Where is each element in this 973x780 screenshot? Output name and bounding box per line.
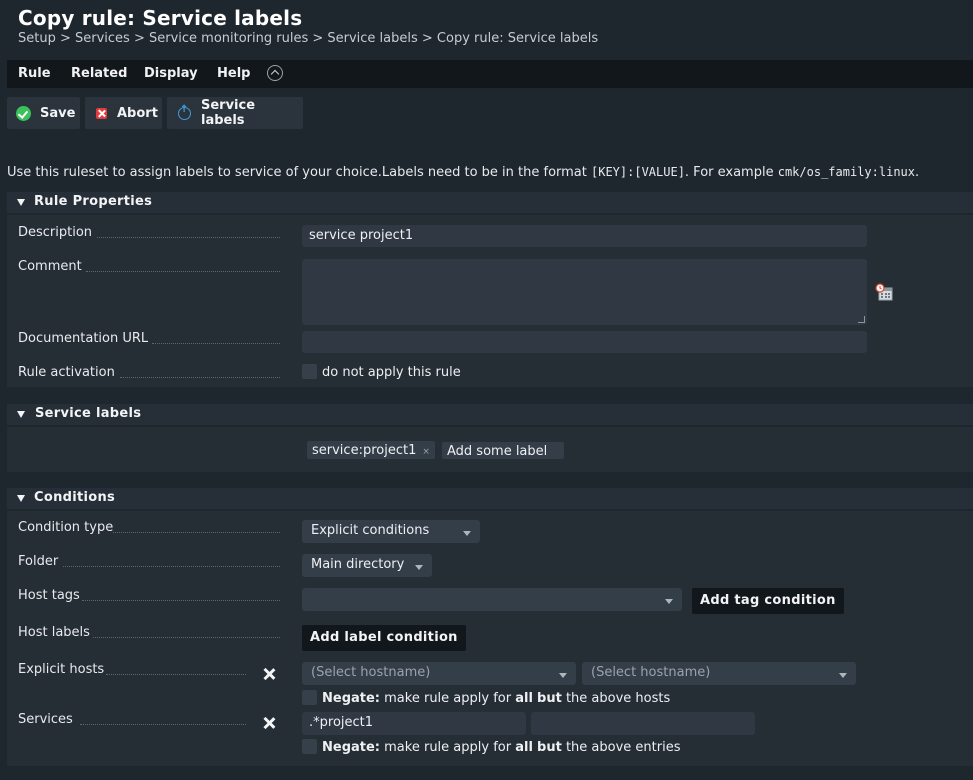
do-not-apply-label[interactable]: do not apply this rule: [322, 365, 461, 380]
services-label: Services: [18, 712, 73, 727]
condition-type-select[interactable]: Explicit conditions: [302, 520, 480, 543]
hostname-placeholder-2: (Select hostname): [591, 665, 711, 680]
menu-display[interactable]: Display: [144, 66, 198, 81]
hostname-select-2[interactable]: (Select hostname): [582, 662, 856, 685]
rule-activation-label: Rule activation: [18, 365, 115, 380]
folder-value: Main directory: [311, 557, 405, 572]
host-tags-select[interactable]: [302, 588, 682, 611]
page-title: Copy rule: Service labels: [18, 6, 303, 30]
negate-but: but: [537, 740, 562, 755]
hostname-placeholder-1: (Select hostname): [311, 665, 431, 680]
service-regex-input-1[interactable]: .*project1: [302, 712, 526, 735]
negate-services-label[interactable]: Negate: make rule apply for all but the …: [322, 740, 681, 755]
close-icon: [96, 107, 107, 119]
remove-explicit-hosts-icon[interactable]: [263, 668, 275, 680]
leader-dots: [120, 377, 280, 378]
remove-services-icon[interactable]: [263, 717, 275, 729]
check-icon: [16, 105, 31, 121]
calendar-clock-icon[interactable]: [875, 283, 893, 301]
explicit-hosts-label: Explicit hosts: [18, 662, 105, 677]
leader-dots: [152, 343, 280, 344]
menu-related[interactable]: Related: [71, 66, 127, 81]
leader-dots: [80, 724, 246, 725]
host-labels-label: Host labels: [18, 625, 90, 640]
leader-dots: [106, 674, 246, 675]
add-tag-condition-button[interactable]: Add tag condition: [692, 588, 844, 614]
negate-hosts-checkbox[interactable]: [302, 690, 317, 705]
negate-text: make rule apply for: [380, 691, 516, 706]
leader-dots: [97, 237, 280, 238]
do-not-apply-checkbox[interactable]: [302, 364, 317, 379]
example-code: cmk/os_family:linux: [777, 165, 915, 179]
rule-properties-heading: Rule Properties: [34, 194, 153, 209]
service-labels-button[interactable]: Service labels: [167, 97, 303, 129]
intro-text-2: . For example: [684, 165, 778, 180]
leader-dots: [93, 637, 280, 638]
service-labels-header[interactable]: Service labels: [7, 404, 973, 425]
label-tag-text: service:project1: [312, 443, 417, 458]
leader-dots: [86, 271, 280, 272]
leader-dots: [82, 600, 280, 601]
negate-text: make rule apply for: [380, 740, 516, 755]
comment-label: Comment: [18, 259, 82, 274]
triangle-down-icon: [17, 495, 25, 502]
rule-properties-header[interactable]: Rule Properties: [7, 192, 973, 213]
documentation-url-label: Documentation URL: [18, 331, 149, 346]
condition-type-value: Explicit conditions: [311, 523, 430, 538]
collapse-toggle-icon[interactable]: [267, 65, 283, 81]
host-tags-label: Host tags: [18, 588, 80, 603]
negate-text-end: the above entries: [561, 740, 681, 755]
chevron-down-icon: [839, 673, 847, 678]
triangle-down-icon: [17, 199, 25, 206]
service-labels-heading: Service labels: [35, 406, 142, 421]
chevron-down-icon: [665, 599, 673, 604]
abort-button-label: Abort: [117, 105, 158, 121]
conditions-heading: Conditions: [34, 490, 116, 505]
conditions-header[interactable]: Conditions: [7, 488, 973, 509]
leader-dots: [113, 532, 280, 533]
negate-bold: Negate:: [322, 740, 381, 755]
negate-bold: Negate:: [322, 691, 381, 706]
folder-select[interactable]: Main directory: [302, 554, 432, 577]
label-tag[interactable]: service:project1 ×: [307, 441, 435, 459]
save-button-label: Save: [40, 105, 76, 121]
service-labels-button-label: Service labels: [200, 98, 256, 128]
description-input[interactable]: service project1: [302, 225, 867, 247]
ruleset-description: Use this ruleset to assign labels to ser…: [7, 165, 919, 180]
description-label: Description: [18, 225, 93, 240]
chevron-down-icon: [415, 565, 423, 570]
menu-rule[interactable]: Rule: [18, 66, 51, 81]
negate-all: all: [515, 691, 533, 706]
leader-dots: [63, 566, 280, 567]
save-button[interactable]: Save: [7, 97, 80, 129]
intro-text-3: .: [915, 165, 920, 180]
chevron-down-icon: [559, 673, 567, 678]
negate-hosts-label[interactable]: Negate: make rule apply for all but the …: [322, 691, 670, 706]
negate-but: but: [537, 691, 562, 706]
resize-handle-icon[interactable]: [858, 316, 865, 323]
chevron-down-icon: [463, 531, 471, 536]
intro-text-1: Use this ruleset to assign labels to ser…: [7, 165, 591, 180]
arrow-up-icon: [178, 104, 191, 120]
documentation-url-input[interactable]: [302, 331, 867, 353]
folder-label: Folder: [18, 554, 59, 569]
remove-tag-icon[interactable]: ×: [422, 447, 430, 457]
format-code: [KEY]:[VALUE]: [591, 165, 685, 179]
triangle-down-icon: [17, 411, 25, 418]
menu-help[interactable]: Help: [217, 66, 250, 81]
negate-text-end: the above hosts: [561, 691, 671, 706]
negate-services-checkbox[interactable]: [302, 739, 317, 754]
service-regex-input-2[interactable]: [531, 712, 755, 735]
abort-button[interactable]: Abort: [85, 97, 162, 129]
negate-all: all: [515, 740, 533, 755]
hostname-select-1[interactable]: (Select hostname): [302, 662, 576, 685]
comment-textarea[interactable]: [302, 259, 867, 325]
condition-type-label: Condition type: [18, 520, 114, 535]
add-label-condition-button[interactable]: Add label condition: [302, 625, 466, 651]
breadcrumb[interactable]: Setup > Services > Service monitoring ru…: [18, 31, 598, 46]
menu-bar: Rule Related Display Help: [7, 60, 973, 88]
add-label-input[interactable]: Add some label: [442, 442, 564, 459]
